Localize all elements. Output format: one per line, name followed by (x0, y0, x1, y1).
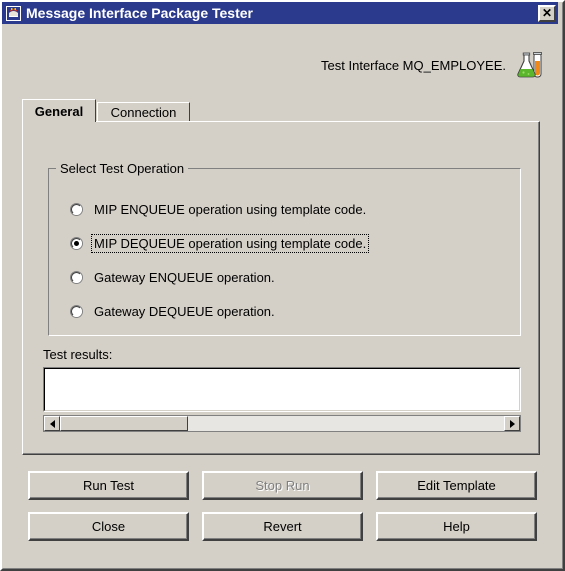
run-test-label: Run Test (82, 478, 135, 493)
radio-gateway-dequeue-label: Gateway DEQUEUE operation. (94, 303, 275, 319)
test-results-label: Test results: (43, 347, 113, 362)
radio-gateway-dequeue[interactable]: Gateway DEQUEUE operation. (70, 301, 277, 321)
tab-connection[interactable]: Connection (97, 102, 190, 122)
edit-template-button[interactable]: Edit Template (376, 471, 537, 500)
radio-mip-enqueue[interactable]: MIP ENQUEUE operation using template cod… (70, 199, 368, 219)
test-results-field[interactable] (43, 367, 521, 412)
stop-run-label: Stop Run (255, 478, 310, 493)
radio-icon (70, 202, 83, 216)
arrow-left-glyph (49, 419, 55, 428)
app-emblem-icon (5, 4, 22, 22)
test-interface-header: Test Interface MQ_EMPLOYEE. (321, 50, 545, 80)
radio-mip-enqueue-label: MIP ENQUEUE operation using template cod… (94, 201, 367, 217)
tab-general[interactable]: General (22, 99, 96, 122)
stop-run-button: Stop Run (202, 471, 363, 500)
scroll-left-icon[interactable] (44, 416, 60, 431)
tab-connection-label: Connection (110, 105, 177, 120)
radio-mip-dequeue[interactable]: MIP DEQUEUE operation using template cod… (70, 233, 370, 253)
help-button[interactable]: Help (376, 512, 537, 541)
radio-icon (70, 270, 83, 284)
run-test-button[interactable]: Run Test (28, 471, 189, 500)
radio-icon-selected (70, 236, 83, 250)
scroll-right-icon[interactable] (504, 416, 520, 431)
edit-template-label: Edit Template (417, 478, 496, 493)
scrollbar-thumb[interactable] (60, 416, 188, 431)
test-results-hscrollbar[interactable] (43, 415, 521, 432)
group-title: Select Test Operation (56, 161, 189, 176)
select-test-operation-group: Select Test Operation MIP ENQUEUE operat… (48, 161, 521, 336)
radio-gateway-enqueue-label: Gateway ENQUEUE operation. (94, 269, 275, 285)
close-icon[interactable]: ✕ (538, 4, 556, 22)
test-results-text[interactable] (44, 368, 520, 411)
radio-dot (74, 240, 79, 246)
tab-panel-general: Select Test Operation MIP ENQUEUE operat… (22, 121, 540, 455)
tab-general-label: General (34, 103, 84, 119)
revert-button[interactable]: Revert (202, 512, 363, 541)
radio-gateway-enqueue[interactable]: Gateway ENQUEUE operation. (70, 267, 277, 287)
close-label: Close (91, 519, 126, 534)
titlebar[interactable]: Message Interface Package Tester ✕ (2, 2, 558, 24)
close-button[interactable]: Close (28, 512, 189, 541)
flask-icon (515, 50, 545, 80)
application-window: Message Interface Package Tester ✕ Test … (0, 0, 565, 571)
radio-icon (70, 304, 83, 318)
help-label: Help (443, 519, 470, 534)
revert-label: Revert (263, 519, 302, 534)
tab-strip: General Connection (22, 99, 540, 122)
arrow-right-glyph (509, 419, 515, 428)
window-title: Message Interface Package Tester (26, 5, 253, 21)
radio-mip-dequeue-label: MIP DEQUEUE operation using template cod… (90, 233, 370, 253)
test-interface-label: Test Interface MQ_EMPLOYEE. (321, 57, 506, 73)
scrollbar-track[interactable] (60, 416, 504, 431)
